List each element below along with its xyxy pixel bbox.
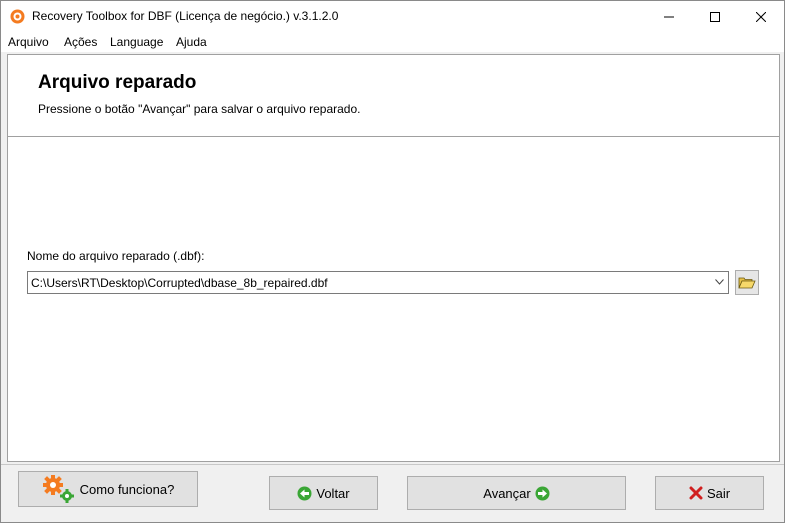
page-title: Arquivo reparado xyxy=(38,72,197,93)
main-panel: Arquivo reparado Pressione o botão "Avan… xyxy=(7,54,780,462)
help-button[interactable]: Como funciona? xyxy=(18,471,198,507)
next-button-label: Avançar xyxy=(483,485,531,501)
maximize-button[interactable] xyxy=(692,1,738,32)
back-button[interactable]: Voltar xyxy=(269,476,378,510)
app-window: Recovery Toolbox for DBF (Licença de neg… xyxy=(0,0,785,523)
maximize-icon xyxy=(710,11,720,22)
red-x-icon xyxy=(689,486,703,500)
page-subtitle: Pressione o botão "Avançar" para salvar … xyxy=(38,102,361,116)
output-path-value[interactable]: C:\Users\RT\Desktop\Corrupted\dbase_8b_r… xyxy=(31,276,328,290)
menu-ajuda[interactable]: Ajuda xyxy=(176,35,207,49)
menu-language[interactable]: Language xyxy=(110,35,163,49)
exit-button[interactable]: Sair xyxy=(655,476,764,510)
menu-acoes[interactable]: Ações xyxy=(64,35,97,49)
close-icon xyxy=(756,11,766,22)
header-divider xyxy=(8,136,779,137)
open-folder-icon xyxy=(738,277,756,289)
minimize-icon xyxy=(664,16,674,17)
menu-arquivo[interactable]: Arquivo xyxy=(8,35,49,49)
output-path-combobox[interactable]: C:\Users\RT\Desktop\Corrupted\dbase_8b_r… xyxy=(27,271,729,294)
help-button-label: Como funciona? xyxy=(79,481,175,497)
next-arrow-icon xyxy=(535,486,550,500)
chevron-down-icon[interactable] xyxy=(715,279,724,285)
app-logo-icon xyxy=(10,9,25,24)
next-button[interactable]: Avançar xyxy=(407,476,626,510)
output-file-label: Nome do arquivo reparado (.dbf): xyxy=(27,249,205,263)
title-bar[interactable]: Recovery Toolbox for DBF (Licença de neg… xyxy=(1,1,784,32)
gears-icon xyxy=(42,475,74,503)
window-title: Recovery Toolbox for DBF (Licença de neg… xyxy=(32,9,339,23)
browse-button[interactable] xyxy=(735,270,759,295)
exit-button-label: Sair xyxy=(706,485,731,501)
back-arrow-icon xyxy=(297,486,312,500)
footer-divider xyxy=(1,464,784,465)
menu-bar: Arquivo Ações Language Ajuda xyxy=(1,32,784,52)
minimize-button[interactable] xyxy=(646,1,692,32)
back-button-label: Voltar xyxy=(316,485,350,501)
close-button[interactable] xyxy=(738,1,784,32)
